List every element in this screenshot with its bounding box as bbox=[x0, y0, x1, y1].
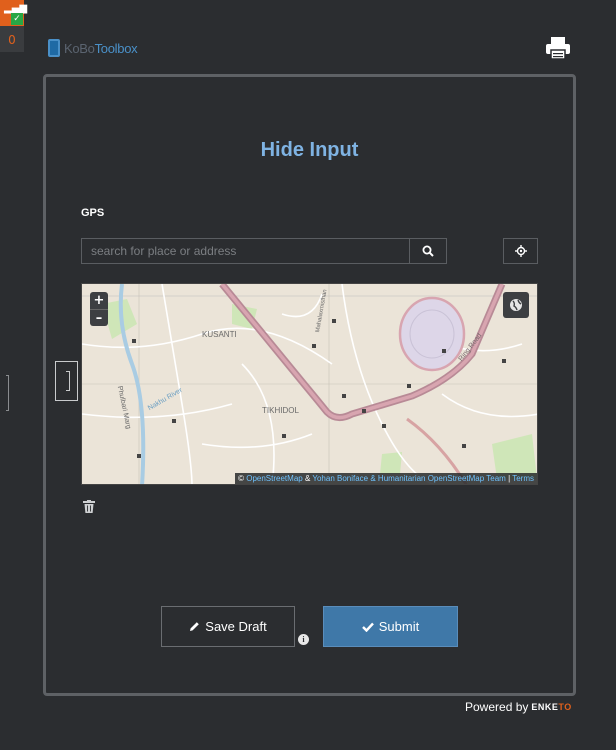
check-icon: ✓ bbox=[11, 13, 23, 25]
enketo-logo-part2: TO bbox=[558, 702, 572, 712]
detect-location-button[interactable] bbox=[503, 238, 538, 264]
print-icon[interactable] bbox=[545, 36, 571, 60]
logo-text: KoBoToolbox bbox=[64, 40, 138, 56]
form-card: Hide Input GPS search for place or addre… bbox=[43, 74, 576, 696]
save-draft-button[interactable]: Save Draft bbox=[161, 606, 295, 647]
map-layers-button[interactable] bbox=[503, 292, 529, 318]
submit-label: Submit bbox=[378, 619, 420, 634]
zoom-out-button[interactable]: – bbox=[90, 309, 108, 326]
zoom-in-button[interactable]: + bbox=[90, 292, 108, 309]
collapse-handle[interactable] bbox=[55, 361, 78, 401]
attribution-copyright: © bbox=[238, 474, 244, 483]
enketo-logo-part1: ENKE bbox=[531, 702, 559, 712]
crosshair-icon bbox=[514, 245, 527, 257]
map-tiles bbox=[82, 284, 537, 484]
attribution-terms-link[interactable]: Terms bbox=[512, 474, 534, 483]
map-attribution: © OpenStreetMap & Yohan Boniface & Human… bbox=[235, 473, 537, 484]
geo-search-input[interactable] bbox=[81, 238, 409, 264]
trash-icon[interactable] bbox=[83, 500, 95, 513]
map-label-tikhidol: TIKHIDOL bbox=[262, 406, 299, 415]
form-title: Hide Input bbox=[260, 139, 359, 161]
save-draft-label: Save Draft bbox=[205, 619, 267, 634]
attribution-hot-link[interactable]: Yohan Boniface & Humanitarian OpenStreet… bbox=[312, 474, 505, 483]
globe-icon bbox=[510, 299, 522, 311]
attribution-osm-link[interactable]: OpenStreetMap bbox=[246, 474, 302, 483]
map-zoom-control: + – bbox=[90, 292, 108, 326]
side-panel-handle[interactable] bbox=[6, 375, 9, 411]
geo-search bbox=[81, 238, 447, 264]
kobotoolbox-logo: KoBoToolbox bbox=[48, 39, 138, 57]
attribution-amp: & bbox=[304, 474, 311, 483]
powered-by-text: Powered by bbox=[465, 700, 529, 714]
offline-queue-badge[interactable]: ▂▄▆ ✓ 0 bbox=[0, 0, 27, 52]
queue-status-icon: ▂▄▆ ✓ bbox=[0, 0, 27, 26]
queue-count: 0 bbox=[0, 26, 24, 52]
map-label-kusanti: KUSANTI bbox=[202, 330, 237, 339]
powered-by-enketo[interactable]: Powered by ENKETO bbox=[465, 700, 572, 714]
attribution-separator: | bbox=[508, 474, 511, 483]
search-icon bbox=[422, 245, 434, 257]
gps-question-label: GPS bbox=[81, 207, 105, 219]
bracket-icon bbox=[66, 371, 70, 391]
logo-mark-icon bbox=[48, 39, 60, 57]
logo-text-part1: KoBo bbox=[64, 40, 95, 56]
checkmark-icon bbox=[361, 622, 374, 632]
enketo-logo: ENKETO bbox=[531, 702, 571, 712]
info-icon[interactable]: i bbox=[298, 634, 309, 645]
submit-button[interactable]: Submit bbox=[323, 606, 458, 647]
geo-search-button[interactable] bbox=[409, 238, 447, 264]
logo-text-part2: Toolbox bbox=[94, 40, 138, 56]
gps-map[interactable]: KUSANTI TIKHIDOL Ring Road Mahalaxmistha… bbox=[81, 283, 538, 485]
pencil-icon bbox=[190, 622, 200, 631]
